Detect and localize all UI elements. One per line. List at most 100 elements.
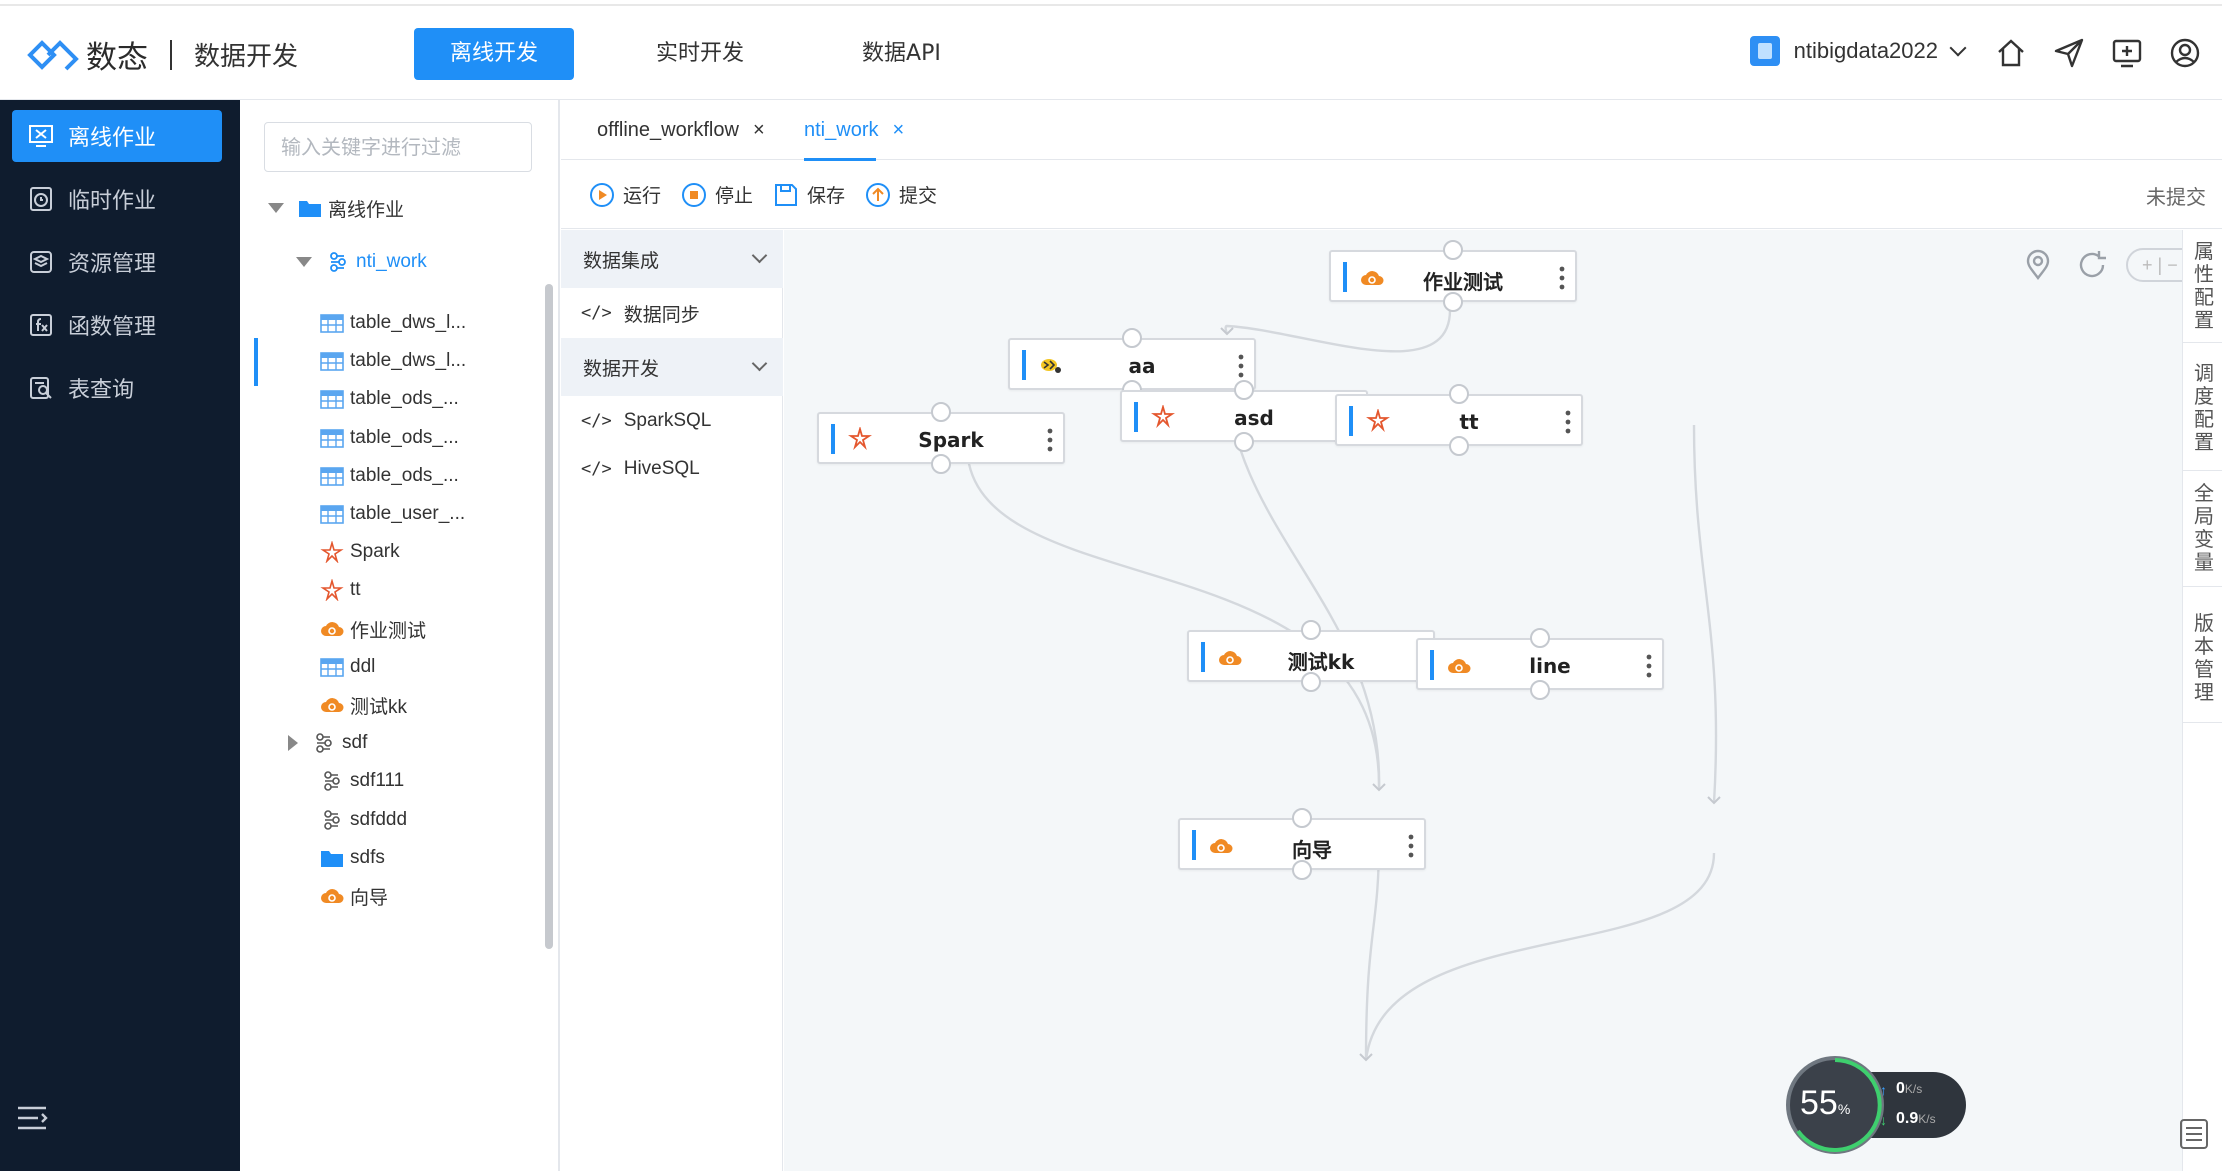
tree-item[interactable]: table_ods_...: [320, 379, 459, 419]
expand-arrow-icon[interactable]: [288, 735, 298, 751]
sidebar-item-table-query[interactable]: 表查询: [12, 362, 222, 414]
nav-offline-dev[interactable]: 离线开发: [414, 28, 575, 80]
expand-arrow-icon[interactable]: [296, 257, 312, 267]
output-port[interactable]: [1301, 672, 1321, 692]
tree-item[interactable]: sdf: [288, 723, 367, 763]
tree-item-label: table_ods_...: [350, 388, 459, 409]
chevron-down-icon: [1949, 39, 1967, 57]
more-vertical-icon[interactable]: [1646, 652, 1652, 680]
output-port[interactable]: [1449, 436, 1469, 456]
tree-item[interactable]: Spark: [320, 532, 400, 572]
palette-group-integration[interactable]: 数据集成: [561, 230, 783, 288]
top-nav: 离线开发 实时开发 数据API: [414, 28, 1023, 80]
stop-button[interactable]: 停止: [681, 181, 753, 208]
submit-button[interactable]: 提交: [865, 181, 937, 208]
palette-item-sparksql[interactable]: </> SparkSQL: [581, 398, 711, 444]
output-port[interactable]: [931, 454, 951, 474]
stop-label: 停止: [715, 185, 754, 207]
sidebar-item-resources[interactable]: 资源管理: [12, 236, 222, 288]
table-search-icon: [30, 377, 52, 399]
input-port[interactable]: [1301, 620, 1321, 640]
nav-realtime-dev[interactable]: 实时开发: [620, 28, 780, 80]
table-icon: [320, 350, 344, 372]
project-selector[interactable]: ntibigdata2022: [1749, 36, 1967, 66]
refresh-icon[interactable]: [2076, 249, 2108, 281]
more-vertical-icon[interactable]: [1559, 264, 1565, 292]
selection-indicator: [254, 338, 258, 386]
tree-item[interactable]: table_dws_l...: [320, 341, 466, 381]
code-icon: </>: [581, 303, 612, 323]
user-icon[interactable]: [2168, 36, 2202, 70]
tree-scrollbar[interactable]: [545, 284, 553, 949]
sidebar-item-offline-jobs[interactable]: 离线作业: [12, 110, 222, 162]
tree-root-node[interactable]: 离线作业: [268, 188, 404, 228]
send-icon[interactable]: [2052, 36, 2086, 70]
tab-global-vars[interactable]: 全局变量: [2189, 482, 2219, 574]
palette-item-hivesql[interactable]: </> HiveSQL: [581, 446, 700, 492]
output-port[interactable]: [1292, 860, 1312, 880]
list-icon[interactable]: [2178, 1117, 2210, 1151]
tree-filter-input[interactable]: [264, 122, 532, 172]
input-port[interactable]: [1449, 384, 1469, 404]
tree-item[interactable]: tt: [320, 570, 361, 610]
save-button[interactable]: 保存: [773, 181, 845, 208]
close-icon[interactable]: ×: [892, 119, 904, 142]
tree-item[interactable]: sdf111: [320, 761, 404, 801]
tree-item[interactable]: sdfddd: [320, 800, 407, 840]
logo[interactable]: 数态 数据开发: [26, 32, 298, 77]
tree-item[interactable]: ddl: [320, 647, 375, 687]
expand-arrow-icon[interactable]: [268, 203, 284, 213]
tree-item[interactable]: 向导: [320, 876, 388, 916]
node-title: aa: [1128, 354, 1156, 378]
spark-icon: [320, 579, 344, 601]
workflow-icon: [320, 809, 344, 831]
tree-item[interactable]: 作业测试: [320, 609, 426, 649]
output-port[interactable]: [1234, 432, 1254, 452]
palette-group-development[interactable]: 数据开发: [561, 338, 783, 396]
menu-collapse-icon[interactable]: [16, 1105, 48, 1131]
more-vertical-icon[interactable]: [1565, 408, 1571, 436]
cloud-icon: [1208, 833, 1234, 857]
tree-item[interactable]: sdfs: [320, 838, 385, 878]
table-icon: [320, 312, 344, 334]
input-port[interactable]: [1234, 380, 1254, 400]
screen-icon[interactable]: [2110, 36, 2144, 70]
more-vertical-icon[interactable]: [1047, 426, 1053, 454]
sidebar-item-temp-jobs[interactable]: 临时作业: [12, 173, 222, 225]
input-port[interactable]: [1530, 628, 1550, 648]
input-port[interactable]: [1292, 808, 1312, 828]
home-icon[interactable]: [1994, 36, 2028, 70]
palette-item-data-sync[interactable]: </> 数据同步: [581, 290, 700, 336]
tree-item[interactable]: table_dws_l...: [320, 303, 466, 343]
tree-item[interactable]: table_ods_...: [320, 418, 459, 458]
input-port[interactable]: [931, 402, 951, 422]
tab-nti-work[interactable]: nti_work ×: [804, 100, 904, 161]
input-port[interactable]: [1122, 328, 1142, 348]
tree-workflow-node[interactable]: nti_work: [296, 242, 427, 282]
location-icon[interactable]: [2022, 249, 2054, 281]
run-button[interactable]: 运行: [589, 181, 661, 208]
workflow-icon: [312, 732, 336, 754]
network-speed-widget[interactable]: ↑ 0K/s ↓ 0.9K/s 55%: [1786, 1056, 1966, 1154]
tree-item[interactable]: 测试kk: [320, 685, 407, 725]
code-icon: </>: [581, 411, 612, 431]
output-port[interactable]: [1530, 680, 1550, 700]
tree-item[interactable]: table_user_...: [320, 494, 465, 534]
output-port[interactable]: [1443, 292, 1463, 312]
close-icon[interactable]: ×: [753, 119, 765, 142]
edge-n5-n6: [965, 444, 1381, 791]
tree-item[interactable]: table_ods_...: [320, 456, 459, 496]
more-vertical-icon[interactable]: [1408, 832, 1414, 860]
tab-schedule[interactable]: 调度配置: [2189, 362, 2219, 454]
tree-item-label: sdfddd: [350, 809, 408, 830]
tab-properties[interactable]: 属性配置: [2189, 240, 2219, 332]
input-port[interactable]: [1443, 240, 1463, 260]
workflow-toolbar: 运行 停止 保存 提交 未提交: [561, 161, 2222, 229]
sidebar-item-functions[interactable]: 函数管理: [12, 299, 222, 351]
tab-versions[interactable]: 版本管理: [2189, 612, 2219, 704]
workflow-canvas[interactable]: 作业测试 aa asd tt Spark 测试kk line 向导 + | −: [784, 230, 2222, 1171]
more-vertical-icon[interactable]: [1238, 352, 1244, 380]
nav-data-api[interactable]: 数据API: [826, 28, 977, 80]
tab-offline-workflow[interactable]: offline_workflow ×: [597, 100, 765, 160]
cloud-icon: [1359, 265, 1385, 289]
